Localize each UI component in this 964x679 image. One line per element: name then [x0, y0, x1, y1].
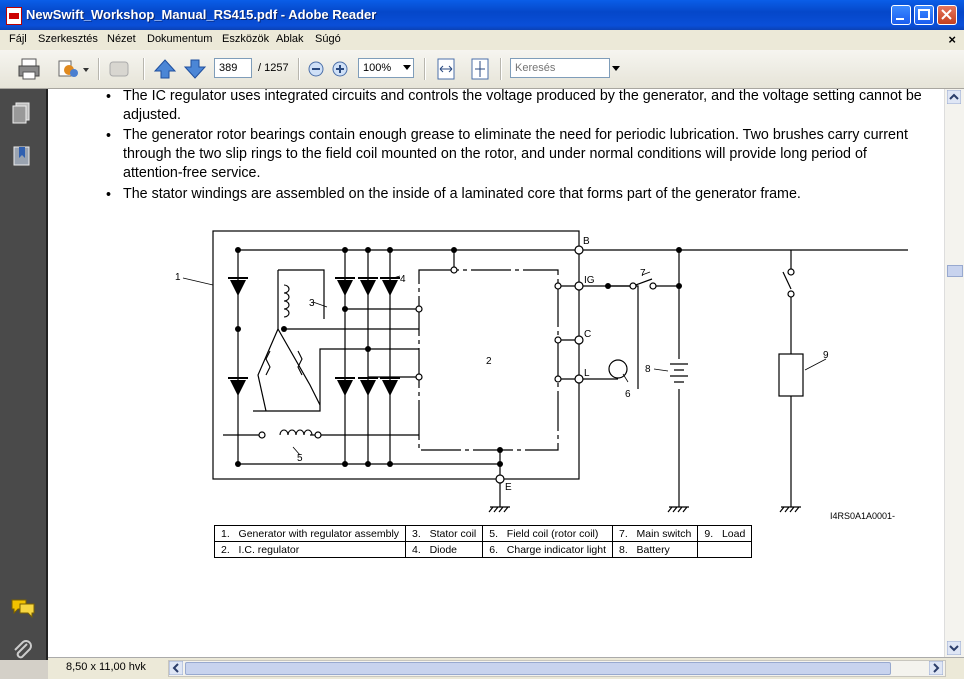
status-bar: 8,50 x 11,00 hvk — [48, 657, 964, 679]
legend-cell — [697, 541, 753, 558]
horizontal-scrollbar[interactable] — [168, 660, 946, 677]
charge-indicator-light — [608, 359, 628, 379]
zoom-in-icon[interactable] — [330, 56, 350, 82]
hand-tool-icon[interactable] — [106, 56, 134, 82]
scroll-right-icon[interactable] — [929, 661, 943, 675]
figure-code: I4RS0A1A0001- — [830, 511, 895, 519]
menu-bar: Fájl Szerkesztés Nézet Dokumentum Eszköz… — [0, 30, 964, 50]
title-bar: NewSwift_Workshop_Manual_RS415.pdf - Ado… — [0, 0, 964, 30]
menu-view[interactable]: Nézet — [107, 33, 136, 45]
pages-icon[interactable] — [11, 101, 33, 125]
search-input[interactable] — [510, 58, 610, 78]
minimize-icon — [896, 18, 904, 20]
label-9: 9 — [823, 350, 829, 361]
toolbar-separator — [298, 58, 300, 80]
minimize-button[interactable] — [891, 5, 911, 25]
search-dropdown-icon[interactable] — [612, 66, 620, 72]
next-page-icon[interactable] — [183, 56, 207, 82]
terminal-c: C — [584, 329, 591, 340]
window-title: NewSwift_Workshop_Manual_RS415.pdf - Ado… — [26, 7, 377, 22]
document-close-button[interactable]: × — [948, 32, 956, 47]
legend-cell: 3. Stator coil — [405, 525, 484, 542]
toolbar-separator — [500, 58, 502, 80]
horizontal-scroll-thumb[interactable] — [185, 662, 891, 675]
attachments-icon[interactable] — [12, 639, 34, 663]
document-view[interactable]: • The IC regulator uses integrated circu… — [48, 89, 944, 657]
zoom-select[interactable]: 100% — [358, 58, 414, 78]
menu-edit[interactable]: Szerkesztés — [38, 33, 98, 45]
close-button[interactable] — [937, 5, 957, 25]
field-coil-5 — [279, 429, 313, 436]
label-6: 6 — [625, 389, 631, 400]
stator-coil-3 — [283, 284, 290, 318]
legend-row: 1. Generator with regulator assembly 3. … — [213, 525, 753, 542]
legend-cell: 6. Charge indicator light — [482, 541, 614, 558]
collaborate-icon[interactable] — [53, 56, 91, 82]
label-7: 7 — [640, 268, 646, 279]
legend-table: 1. Generator with regulator assembly 3. … — [213, 525, 753, 558]
legend-cell: 1. Generator with regulator assembly — [213, 525, 407, 542]
maximize-button[interactable] — [914, 5, 934, 25]
toolbar-separator — [143, 58, 145, 80]
battery-symbol — [670, 363, 688, 383]
fit-page-icon[interactable] — [468, 56, 492, 82]
zoom-value: 100% — [363, 62, 392, 74]
toolbar-separator — [424, 58, 426, 80]
load-resistor — [778, 353, 804, 397]
label-5: 5 — [297, 453, 303, 464]
scroll-up-icon[interactable] — [947, 90, 961, 104]
comments-icon[interactable] — [10, 597, 36, 619]
menu-window[interactable]: Ablak — [276, 33, 304, 45]
menu-help[interactable]: Súgó — [315, 33, 341, 45]
bookmarks-icon[interactable] — [11, 144, 33, 168]
scroll-left-icon[interactable] — [169, 661, 183, 675]
legend-cell: 7. Main switch — [612, 525, 699, 542]
label-2: 2 — [486, 356, 492, 367]
previous-page-icon[interactable] — [153, 56, 177, 82]
terminal-ig: IG — [584, 275, 595, 286]
vertical-scrollbar[interactable] — [944, 89, 964, 657]
legend-cell: 8. Battery — [612, 541, 699, 558]
terminal-l: L — [584, 368, 590, 379]
maximize-icon — [918, 9, 930, 20]
legend-cell: 9. Load — [697, 525, 753, 542]
page-size-label: 8,50 x 11,00 hvk — [66, 661, 146, 673]
legend-cell: 4. Diode — [405, 541, 484, 558]
toolbar: 389 / 1257 100% — [0, 50, 964, 89]
scroll-down-icon[interactable] — [947, 641, 961, 655]
vertical-scroll-thumb[interactable] — [947, 265, 963, 277]
generator-circuit-diagram: 1 2 3 4 5 6 7 8 9 B IG C L E I4RS0A1A000… — [175, 230, 908, 519]
zoom-out-icon[interactable] — [306, 56, 326, 82]
toolbar-separator — [98, 58, 100, 80]
label-4: 4 — [400, 274, 406, 285]
legend-row: 2. I.C. regulator 4. Diode 6. Charge ind… — [213, 541, 753, 558]
menu-tools[interactable]: Eszközök — [222, 33, 269, 45]
page-number-input[interactable]: 389 — [214, 58, 252, 78]
pdf-app-icon — [6, 7, 22, 25]
chevron-down-icon — [403, 65, 411, 70]
page-total: / 1257 — [258, 62, 289, 74]
label-8: 8 — [645, 364, 651, 375]
label-3: 3 — [309, 298, 315, 309]
terminal-e: E — [505, 482, 512, 493]
print-icon[interactable] — [16, 56, 44, 82]
label-1: 1 — [175, 272, 181, 283]
close-icon — [941, 9, 952, 20]
fit-width-icon[interactable] — [434, 56, 458, 82]
menu-document[interactable]: Dokumentum — [147, 33, 212, 45]
legend-cell: 2. I.C. regulator — [213, 541, 407, 558]
legend-cell: 5. Field coil (rotor coil) — [482, 525, 614, 542]
navigation-panel — [0, 89, 48, 660]
terminal-b: B — [583, 236, 590, 247]
menu-file[interactable]: Fájl — [9, 33, 27, 45]
